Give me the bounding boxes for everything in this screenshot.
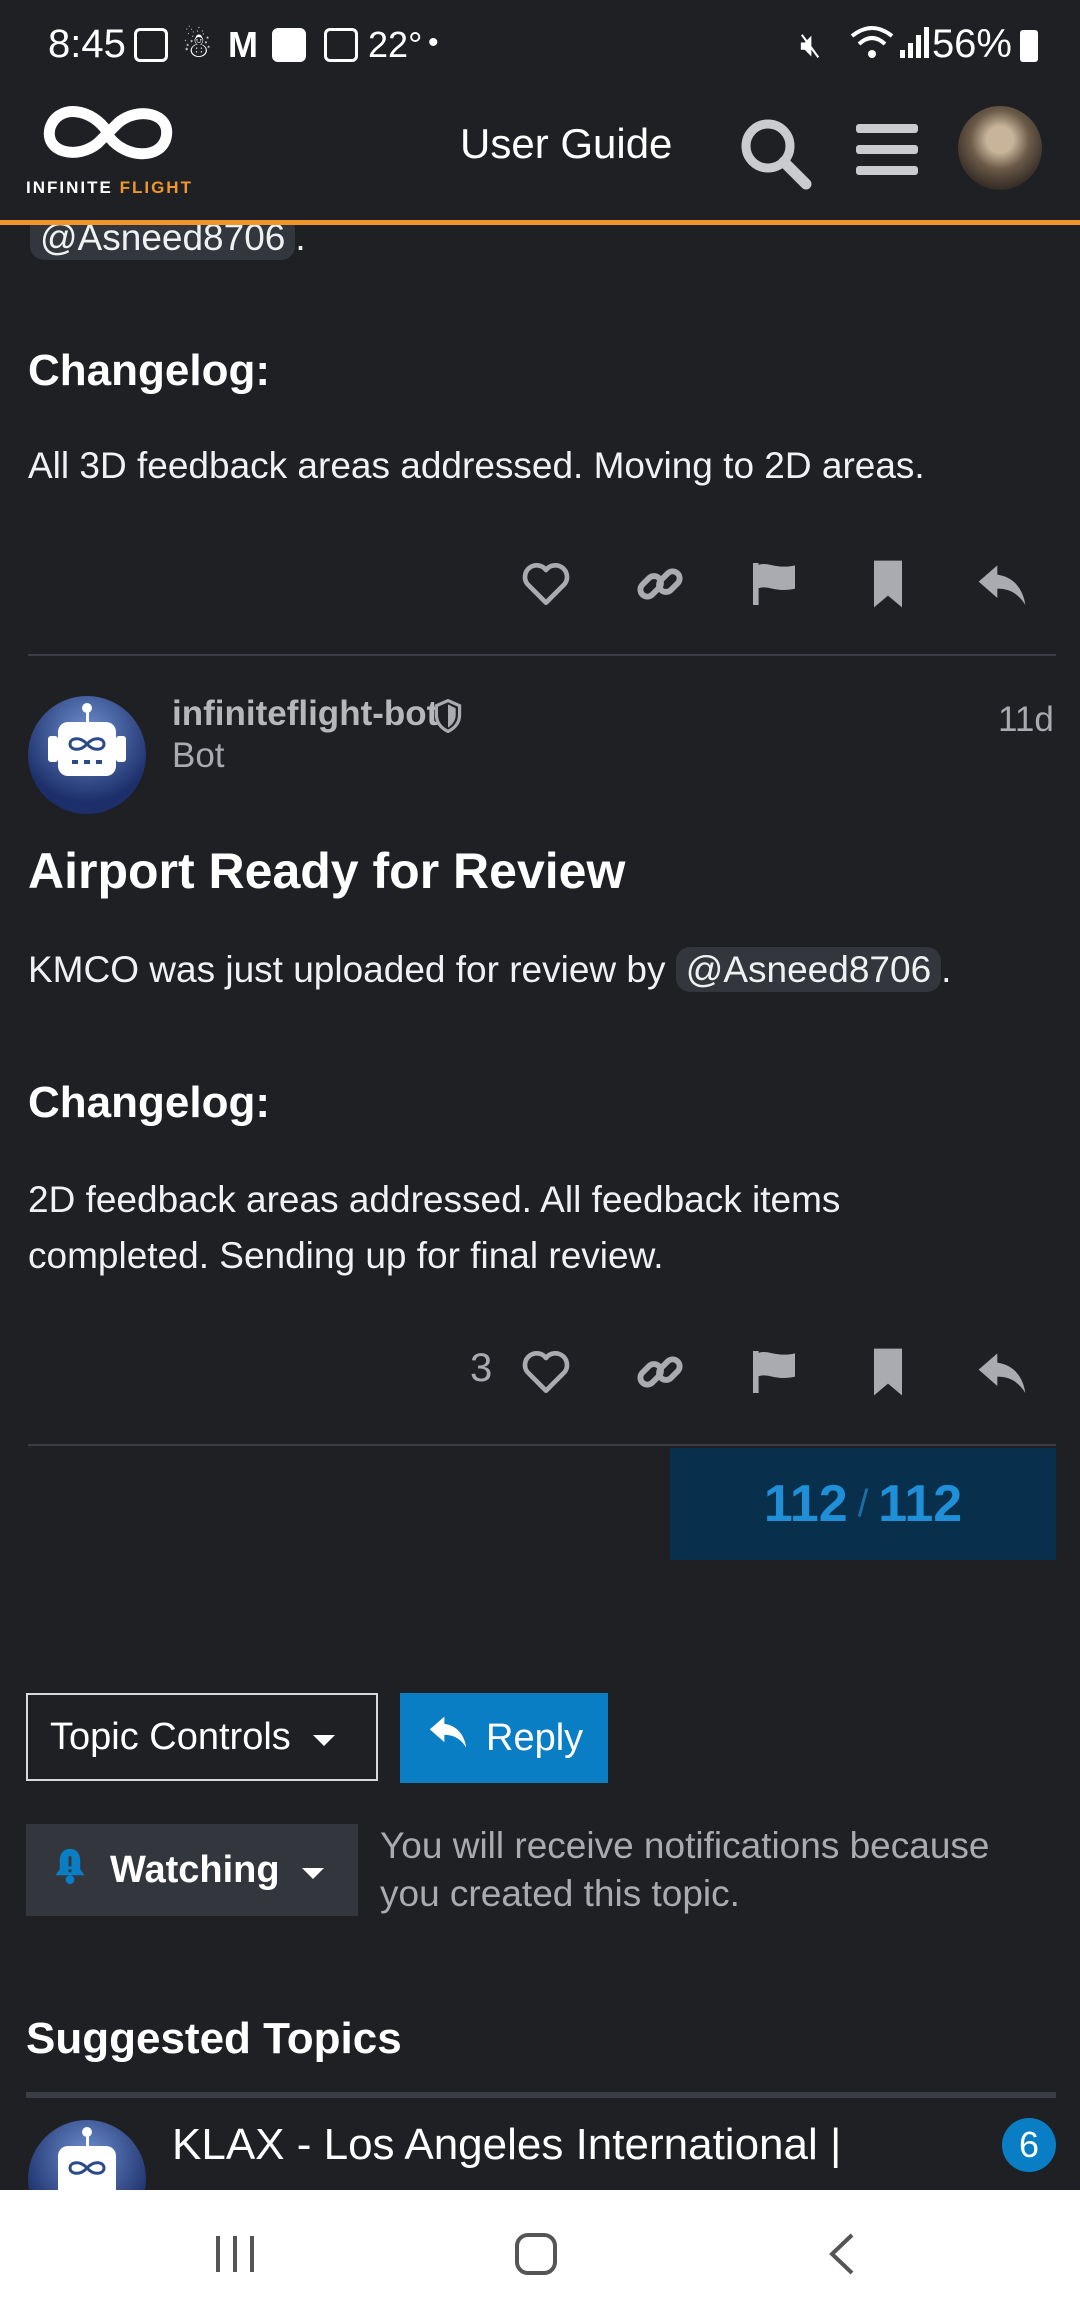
user-avatar[interactable] [958, 106, 1042, 190]
bell-icon [52, 1846, 88, 1894]
mute-icon: 🔇︎ [800, 26, 822, 64]
post2-changelog-line2: completed. Sending up for final review. [28, 1235, 664, 1276]
gmail-icon: M [228, 24, 258, 65]
suggested-topic-title[interactable]: KLAX - Los Angeles International | [172, 2120, 841, 2170]
ebay-icon [272, 28, 306, 62]
share-link-icon[interactable] [632, 556, 688, 612]
bot-avatar[interactable] [28, 696, 146, 814]
post1-changelog-heading: Changelog: [28, 346, 270, 395]
infinite-flight-logo[interactable] [38, 98, 178, 173]
site-header: INFINITE FLIGHT User Guide [0, 92, 1080, 225]
status-time: 8:45 [48, 22, 126, 66]
battery-icon [1020, 30, 1038, 62]
progress-current: 112 [763, 1475, 848, 1533]
progress-total: 112 [878, 1475, 963, 1533]
gallery-icon [324, 28, 358, 62]
post1-changelog-text: All 3D feedback areas addressed. Moving … [28, 445, 925, 486]
like-heart-icon[interactable] [518, 556, 574, 612]
notification-reason-line2: you created this topic. [380, 1873, 740, 1914]
logo-word-flight: FLIGHT [119, 178, 193, 197]
dot-icon: • [428, 26, 439, 59]
logo-text: INFINITE FLIGHT [26, 178, 193, 198]
post2-body-prefix: KMCO was just uploaded for review by [28, 949, 666, 990]
bookmark-icon[interactable] [860, 1344, 916, 1400]
reply-arrow-icon[interactable] [974, 1344, 1030, 1400]
status-temperature: 22° [368, 24, 423, 65]
topic-controls-button[interactable]: Topic Controls [26, 1693, 378, 1781]
chevron-down-icon [311, 1716, 337, 1759]
topic-count-badge[interactable]: 6 [1002, 2118, 1056, 2172]
topic-progress[interactable]: 112 / 112 [670, 1448, 1056, 1560]
battery-percent: 56% [931, 22, 1012, 66]
post2-changelog-heading: Changelog: [28, 1078, 270, 1127]
system-nav-bar [0, 2190, 1080, 2316]
notification-reason: You will receive notifications because y… [380, 1822, 990, 1918]
bookmark-icon[interactable] [860, 556, 916, 612]
post-divider [28, 654, 1056, 656]
bixby-icon: ☃ [182, 27, 213, 65]
notification-level-button[interactable]: Watching [26, 1824, 358, 1916]
flag-icon[interactable] [746, 1344, 802, 1400]
signal-icon [898, 24, 932, 65]
post2-body: KMCO was just uploaded for review by @As… [28, 942, 951, 998]
share-link-icon[interactable] [632, 1344, 688, 1400]
progress-separator: / [857, 1482, 869, 1525]
reply-arrow-icon[interactable] [974, 556, 1030, 612]
wifi-icon [850, 22, 894, 67]
watching-label: Watching [110, 1848, 280, 1891]
like-count[interactable]: 3 [470, 1346, 492, 1391]
reply-button[interactable]: Reply [400, 1693, 608, 1783]
post2-user-title: Bot [172, 736, 225, 775]
home-icon[interactable] [514, 2232, 558, 2281]
post2-mention[interactable]: @Asneed8706 [675, 947, 942, 992]
post-divider [28, 1444, 1056, 1446]
hamburger-menu-icon[interactable] [856, 122, 918, 183]
reply-arrow-icon [426, 1713, 470, 1763]
post2-heading: Airport Ready for Review [28, 843, 626, 899]
header-title[interactable]: User Guide [460, 120, 672, 168]
voicemail-icon [134, 28, 168, 62]
recent-apps-icon[interactable] [214, 2234, 256, 2279]
status-bar: 8:45 ☃ M 22° • 🔇︎ 56% [0, 0, 1080, 92]
logo-word-infinite: INFINITE [26, 178, 113, 197]
back-icon[interactable] [826, 2232, 856, 2281]
post2-body-suffix: . [941, 949, 952, 990]
reply-label: Reply [486, 1716, 584, 1759]
suggested-divider [26, 2092, 1056, 2098]
post2-username[interactable]: infiniteflight-bot [172, 694, 438, 734]
post2-changelog-line1: 2D feedback areas addressed. All feedbac… [28, 1179, 841, 1220]
search-icon[interactable] [738, 116, 812, 195]
chevron-down-icon [300, 1849, 326, 1892]
flag-icon[interactable] [746, 556, 802, 612]
suggested-topics-heading: Suggested Topics [26, 2014, 402, 2063]
notification-reason-line1: You will receive notifications because [380, 1825, 990, 1866]
topic-controls-label: Topic Controls [50, 1715, 291, 1758]
like-heart-icon[interactable] [518, 1344, 574, 1400]
post2-age[interactable]: 11d [998, 700, 1054, 740]
shield-icon [432, 698, 464, 739]
